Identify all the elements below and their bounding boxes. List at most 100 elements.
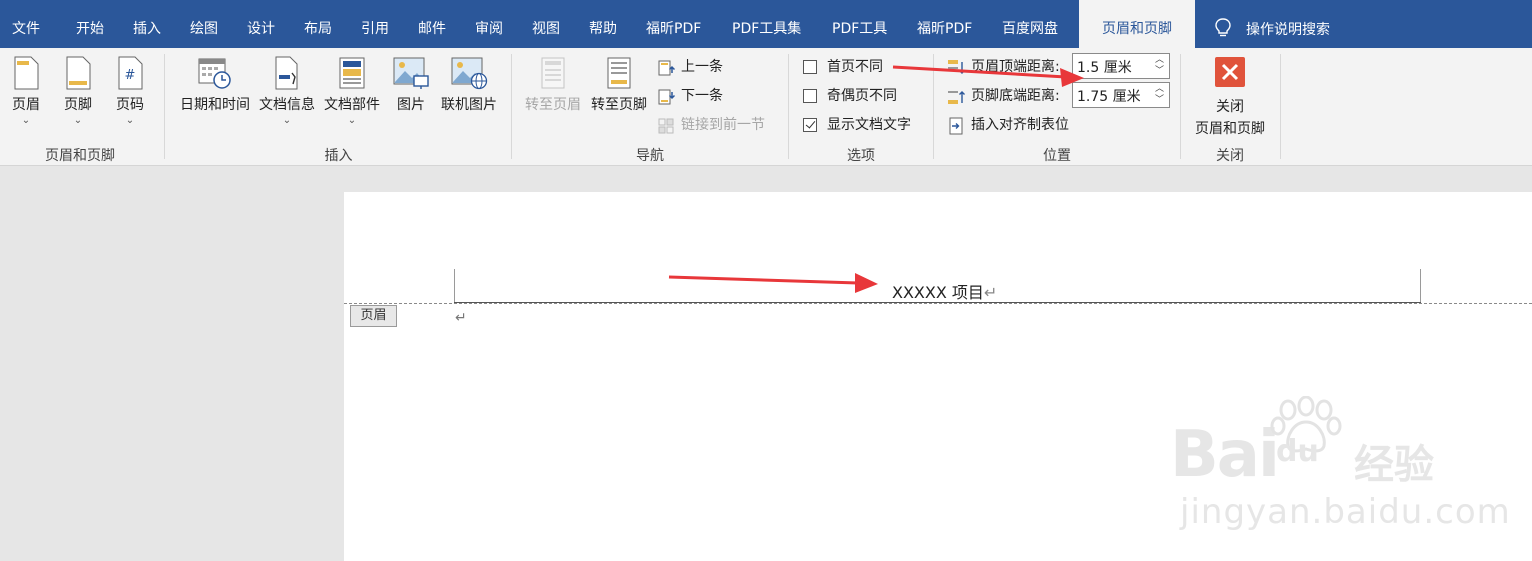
header-from-top-label: 页眉顶端距离: <box>971 59 1060 75</box>
different-odd-even-label: 奇偶页不同 <box>827 88 897 104</box>
close-header-footer-button[interactable]: 关闭 页眉和页脚 <box>1188 56 1272 138</box>
group-divider <box>933 54 934 159</box>
header-icon <box>14 56 39 90</box>
different-first-page-label: 首页不同 <box>827 59 883 75</box>
margin-corner-mark <box>1420 269 1421 303</box>
footer-button[interactable]: 页脚 ⌄ <box>60 56 96 126</box>
footer-from-bottom-stepper[interactable]: 1.75 厘米 ︿ ﹀ <box>1072 82 1170 108</box>
tab-baidu-netdisk[interactable]: 百度网盘 <box>1002 0 1058 48</box>
header-label: 页眉 <box>12 97 40 113</box>
group-divider <box>1180 54 1181 159</box>
next-section-icon <box>658 89 675 105</box>
previous-section-icon <box>658 60 675 76</box>
header-position-icon <box>948 60 965 74</box>
tab-layout[interactable]: 布局 <box>304 0 332 48</box>
watermark-du: du <box>1276 434 1319 469</box>
doc-parts-button[interactable]: 文档部件 ⌄ <box>321 56 383 126</box>
chevron-down-icon: ⌄ <box>21 115 31 126</box>
picture-button[interactable]: 图片 <box>391 56 431 114</box>
online-picture-icon <box>451 57 488 90</box>
header-from-top-stepper[interactable]: 1.5 厘米 ︿ ﹀ <box>1072 53 1170 79</box>
chevron-down-icon: ⌄ <box>347 115 357 126</box>
go-to-header-button[interactable]: 转至页眉 <box>522 56 584 114</box>
tab-insert[interactable]: 插入 <box>133 0 161 48</box>
tab-design[interactable]: 设计 <box>247 0 275 48</box>
link-icon <box>658 118 674 134</box>
tab-help[interactable]: 帮助 <box>589 0 617 48</box>
tab-foxit-pdf[interactable]: 福昕PDF <box>646 0 701 48</box>
stepper-down-icon[interactable]: ﹀ <box>1155 66 1165 76</box>
group-label-position: 位置 <box>1043 148 1071 164</box>
page-number-icon: # <box>118 56 143 90</box>
group-label-navigation: 导航 <box>636 148 664 164</box>
paragraph-mark: ↵ <box>983 283 998 302</box>
checkbox-checked[interactable] <box>803 118 817 132</box>
header-content[interactable]: XXXXX 项目↵ <box>892 279 997 303</box>
tab-draw[interactable]: 绘图 <box>190 0 218 48</box>
stepper-up-icon[interactable]: ︿ <box>1155 84 1165 94</box>
tab-pdf-toolset[interactable]: PDF工具集 <box>732 0 801 48</box>
margin-corner-mark <box>454 269 455 303</box>
watermark-brand: Bai <box>1170 418 1280 492</box>
header-from-top-value[interactable]: 1.5 厘米 <box>1077 57 1132 77</box>
group-label-header-footer: 页眉和页脚 <box>45 148 115 164</box>
tab-view[interactable]: 视图 <box>532 0 560 48</box>
checkbox-unchecked[interactable] <box>803 60 817 74</box>
group-divider <box>164 54 165 159</box>
date-time-label: 日期和时间 <box>180 97 250 113</box>
page-number-button[interactable]: # 页码 ⌄ <box>112 56 148 126</box>
stepper-up-icon[interactable]: ︿ <box>1155 55 1165 65</box>
paragraph-mark: ↵ <box>455 310 467 326</box>
next-label: 下一条 <box>681 88 723 104</box>
close-label-line1: 关闭 <box>1216 99 1244 115</box>
svg-text:#: # <box>125 68 136 83</box>
header-button[interactable]: 页眉 ⌄ <box>8 56 44 126</box>
doc-info-label: 文档信息 <box>259 97 315 113</box>
tab-foxit-pdf-2[interactable]: 福昕PDF <box>917 0 972 48</box>
tab-header-footer[interactable]: 页眉和页脚 <box>1079 0 1195 48</box>
go-to-footer-button[interactable]: 转至页脚 <box>588 56 650 114</box>
alignment-tab-icon <box>949 117 963 135</box>
watermark-du-text: du <box>1276 434 1319 469</box>
online-picture-label: 联机图片 <box>441 97 497 113</box>
group-divider <box>788 54 789 159</box>
date-time-button[interactable]: 日期和时间 <box>176 56 254 114</box>
go-to-header-icon <box>541 57 565 89</box>
link-to-previous-label: 链接到前一节 <box>681 117 765 133</box>
tab-file[interactable]: 文件 <box>12 0 40 48</box>
insert-alignment-tab-label: 插入对齐制表位 <box>971 117 1069 133</box>
group-divider <box>511 54 512 159</box>
tab-pdf-tools[interactable]: PDF工具 <box>832 0 887 48</box>
watermark-url: jingyan.baidu.com <box>1180 492 1511 532</box>
stepper-down-icon[interactable]: ﹀ <box>1155 95 1165 105</box>
group-label-options: 选项 <box>847 148 875 164</box>
go-to-footer-label: 转至页脚 <box>591 97 647 113</box>
ribbon: 页眉 ⌄ 页脚 ⌄ # 页码 ⌄ 页眉和页脚 日期和时间 文档信息 ⌄ 文档部件… <box>0 48 1532 166</box>
chevron-down-icon: ⌄ <box>73 115 83 126</box>
doc-info-button[interactable]: 文档信息 ⌄ <box>256 56 318 126</box>
header-text[interactable]: XXXXX 项目 <box>892 283 984 302</box>
watermark-suffix: 经验 <box>1354 432 1434 490</box>
tab-review[interactable]: 审阅 <box>475 0 503 48</box>
online-picture-button[interactable]: 联机图片 <box>438 56 500 114</box>
calendar-clock-icon <box>198 58 231 89</box>
chevron-down-icon: ⌄ <box>125 115 135 126</box>
quick-parts-icon <box>339 57 365 89</box>
picture-icon <box>393 57 429 89</box>
group-label-close: 关闭 <box>1216 148 1244 164</box>
group-divider <box>1280 54 1281 159</box>
go-to-header-label: 转至页眉 <box>525 97 581 113</box>
tab-references[interactable]: 引用 <box>361 0 389 48</box>
show-document-text-label: 显示文档文字 <box>827 117 911 133</box>
lightbulb-icon <box>1215 18 1231 37</box>
watermark-brand-text: Bai <box>1170 418 1280 492</box>
document-page[interactable]: XXXXX 项目↵ 页眉 ↵ Bai du 经验 jingyan.baidu.c… <box>344 192 1532 561</box>
tab-mailings[interactable]: 邮件 <box>418 0 446 48</box>
document-info-icon <box>275 56 298 90</box>
watermark-suffix-text: 经验 <box>1354 442 1434 488</box>
ribbon-tab-bar: 文件 开始 插入 绘图 设计 布局 引用 邮件 审阅 视图 帮助 福昕PDF P… <box>0 0 1532 48</box>
tab-home[interactable]: 开始 <box>76 0 104 48</box>
previous-label: 上一条 <box>681 59 723 75</box>
checkbox-unchecked[interactable] <box>803 89 817 103</box>
footer-from-bottom-value[interactable]: 1.75 厘米 <box>1077 86 1141 106</box>
